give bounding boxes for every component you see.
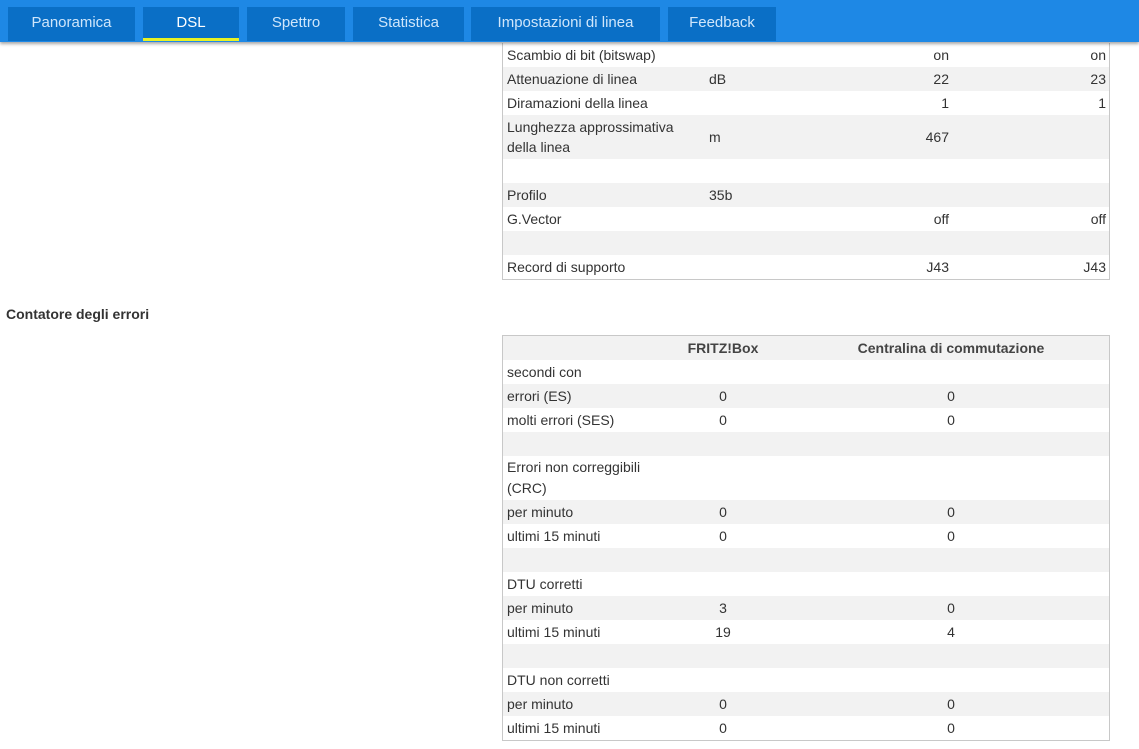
table-row: Scambio di bit (bitswap) on on xyxy=(503,43,1109,67)
row-label: per minuto xyxy=(507,599,574,616)
row-value-fritzbox: 1 xyxy=(941,95,949,111)
row-value-exchange: 0 xyxy=(947,696,955,712)
row-value-fritzbox: J43 xyxy=(926,259,949,275)
row-value-exchange: 23 xyxy=(1090,71,1106,87)
line-info-table: Scambio di bit (bitswap) on on Attenuazi… xyxy=(502,43,1110,280)
tab-feedback[interactable]: Feedback xyxy=(668,7,776,41)
table-row: Lunghezza approssimativa della linea m 4… xyxy=(503,115,1109,159)
table-row: secondi con xyxy=(503,360,1109,384)
row-label: G.Vector xyxy=(507,211,562,227)
table-row: Attenuazione di linea dB 22 23 xyxy=(503,67,1109,91)
table-row: ultimi 15 minuti 0 0 xyxy=(503,524,1109,548)
row-value-fritzbox: 0 xyxy=(719,504,727,520)
row-value-fritzbox: 0 xyxy=(719,528,727,544)
tab-dsl[interactable]: DSL xyxy=(143,7,239,41)
row-value-fritzbox: on xyxy=(933,47,949,63)
row-value-fritzbox: off xyxy=(933,211,949,227)
row-value-exchange: J43 xyxy=(1083,259,1106,275)
tab-impostazioni-di-linea[interactable]: Impostazioni di linea xyxy=(471,7,660,41)
row-label: DTU non corretti xyxy=(507,671,610,688)
row-label: Errori non correggibili (CRC) xyxy=(507,459,641,496)
row-label: Diramazioni della linea xyxy=(507,95,648,111)
table-row xyxy=(503,548,1109,572)
row-unit: dB xyxy=(709,71,727,87)
row-value-fritzbox: 0 xyxy=(719,720,727,736)
row-label: Lunghezza approssimativa della linea xyxy=(507,119,674,155)
row-value-exchange: 0 xyxy=(947,528,955,544)
row-unit xyxy=(709,43,769,67)
table-row xyxy=(503,231,1109,255)
row-label: ultimi 15 minuti xyxy=(507,623,601,640)
table-row: ultimi 15 minuti 0 0 xyxy=(503,716,1109,740)
row-label: DTU corretti xyxy=(507,575,583,592)
row-value-exchange xyxy=(1023,115,1106,159)
table-row: per minuto 0 0 xyxy=(503,500,1109,524)
row-value-exchange: 0 xyxy=(947,388,955,404)
row-label: molti errori (SES) xyxy=(507,411,615,428)
row-value-exchange: 0 xyxy=(947,600,955,616)
row-unit: 35b xyxy=(709,187,733,203)
error-counter-table: FRITZ!Box Centralina di commutazione sec… xyxy=(502,335,1110,741)
row-value-fritzbox: 0 xyxy=(719,412,727,428)
row-label xyxy=(507,159,697,183)
row-value-fritzbox: 22 xyxy=(933,71,949,87)
row-value-fritzbox: 19 xyxy=(715,624,731,640)
row-label: ultimi 15 minuti xyxy=(507,719,601,736)
table-row xyxy=(503,159,1109,183)
table-row: G.Vector off off xyxy=(503,207,1109,231)
row-value-fritzbox: 0 xyxy=(719,696,727,712)
row-value-fritzbox: 3 xyxy=(719,600,727,616)
tab-panoramica[interactable]: Panoramica xyxy=(8,7,135,41)
section-title-error-counter: Contatore degli errori xyxy=(6,306,150,322)
row-value-exchange: off xyxy=(1090,211,1106,227)
table-row: per minuto 0 0 xyxy=(503,692,1109,716)
table-row xyxy=(503,432,1109,456)
column-header-exchange: Centralina di commutazione xyxy=(857,340,1045,356)
column-header-fritzbox: FRITZ!Box xyxy=(687,340,759,356)
table-row xyxy=(503,644,1109,668)
row-label: secondi con xyxy=(507,363,582,380)
table-row: errori (ES) 0 0 xyxy=(503,384,1109,408)
row-label: Scambio di bit (bitswap) xyxy=(507,47,656,63)
table-row: DTU non corretti xyxy=(503,668,1109,692)
table-row: DTU corretti xyxy=(503,572,1109,596)
row-value-exchange: 1 xyxy=(1098,95,1106,111)
table-row: Profilo 35b xyxy=(503,183,1109,207)
row-label: ultimi 15 minuti xyxy=(507,527,601,544)
row-label: Record di supporto xyxy=(507,259,626,275)
row-label: per minuto xyxy=(507,503,574,520)
tab-statistica[interactable]: Statistica xyxy=(353,7,464,41)
row-label: Attenuazione di linea xyxy=(507,71,637,87)
row-label: per minuto xyxy=(507,695,574,712)
row-unit: m xyxy=(709,129,721,145)
row-label xyxy=(507,231,697,255)
table-row: ultimi 15 minuti 19 4 xyxy=(503,620,1109,644)
row-value-exchange: 4 xyxy=(947,624,955,640)
row-value-fritzbox: 467 xyxy=(925,129,949,145)
row-value-fritzbox: 0 xyxy=(719,388,727,404)
row-label: errori (ES) xyxy=(507,387,572,404)
row-value-exchange: 0 xyxy=(947,504,955,520)
row-value-exchange: on xyxy=(1090,47,1106,63)
table-row: molti errori (SES) 0 0 xyxy=(503,408,1109,432)
tab-bar: Panoramica DSL Spettro Statistica Impost… xyxy=(0,0,1139,42)
row-unit xyxy=(709,91,769,115)
table-header-row: FRITZ!Box Centralina di commutazione xyxy=(503,336,1109,360)
row-value-exchange: 0 xyxy=(947,412,955,428)
table-row: Errori non correggibili (CRC) xyxy=(503,456,1109,500)
table-row: Diramazioni della linea 1 1 xyxy=(503,91,1109,115)
table-row: Record di supporto J43 J43 xyxy=(503,255,1109,279)
table-row: per minuto 3 0 xyxy=(503,596,1109,620)
row-label: Profilo xyxy=(507,187,547,203)
row-value-exchange: 0 xyxy=(947,720,955,736)
tab-spettro[interactable]: Spettro xyxy=(247,7,345,41)
